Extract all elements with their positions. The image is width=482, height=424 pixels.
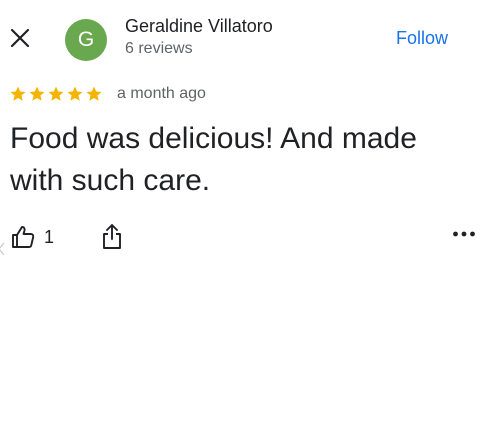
avatar[interactable]: G [65,19,107,61]
review-text: Food was delicious! And made with such c… [10,122,417,197]
share-icon [103,224,121,249]
more-options-button[interactable] [452,226,476,244]
star-rating [9,85,103,103]
more-horizontal-icon [453,231,475,237]
close-button[interactable] [6,24,34,52]
star-icon [86,86,102,101]
avatar-initial: G [77,28,95,51]
review-time: a month ago [117,85,206,102]
star-icon [10,86,26,101]
share-button[interactable] [101,222,123,255]
reviewer-name[interactable]: Geraldine Villatoro [125,16,273,37]
review-count: 6 reviews [125,40,193,57]
thumbs-up-icon [12,226,35,248]
follow-button[interactable]: Follow [396,28,448,49]
star-icon [29,86,45,101]
like-count: 1 [44,226,55,247]
chevron-left-icon[interactable] [0,240,8,258]
star-icon [48,86,64,101]
close-icon [10,28,30,48]
star-icon [67,86,83,101]
like-button[interactable]: 1 [10,224,54,250]
